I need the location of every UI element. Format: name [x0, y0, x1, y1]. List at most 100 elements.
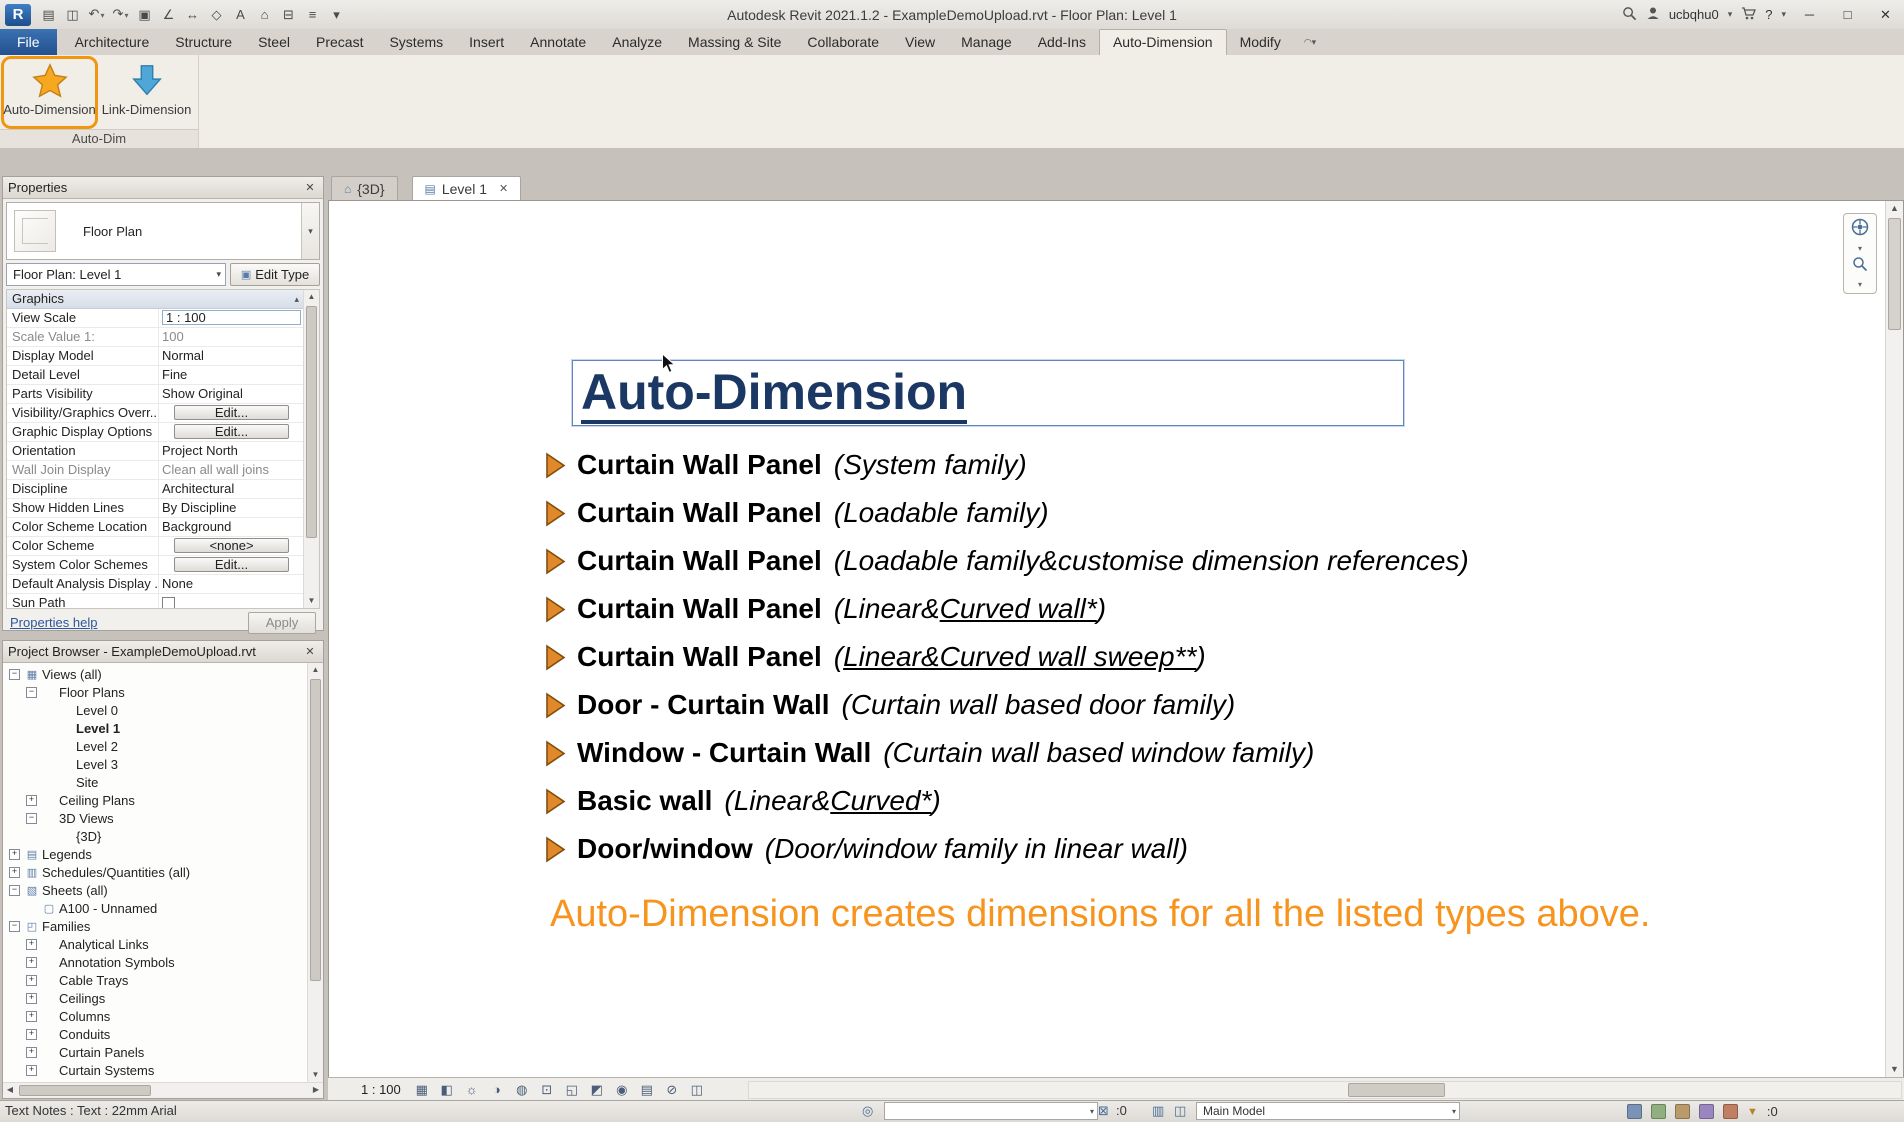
property-row[interactable]: Color Scheme <none>	[7, 537, 304, 556]
tree-expander-icon[interactable]	[26, 1010, 37, 1022]
tree-item[interactable]: {3D}	[3, 827, 308, 845]
tree-expander-icon[interactable]	[26, 992, 37, 1004]
ribbon-tab[interactable]: Precast	[303, 29, 376, 55]
scroll-down-icon[interactable]: ▼	[308, 1068, 323, 1082]
Door - Curtain Wall[interactable]: Door - Curtain Wall (Curtain wall based …	[545, 681, 1469, 729]
tree-item[interactable]: Floor Plans	[3, 683, 308, 701]
undo-icon[interactable]: ↶	[85, 3, 108, 27]
aligned-dimension-icon[interactable]: ↔	[181, 4, 204, 26]
property-value[interactable]: Edit...	[159, 556, 304, 574]
scroll-down-icon[interactable]: ▼	[1886, 1062, 1903, 1077]
link-dimension-button[interactable]: Link-Dimension	[98, 56, 195, 129]
tree-expander-icon[interactable]	[9, 920, 20, 932]
ribbon-tab[interactable]: Modify	[1227, 29, 1294, 55]
help-menu-caret-icon[interactable]: ▾	[1781, 9, 1786, 20]
hide-analytical-model-icon[interactable]: ⊘	[663, 1082, 681, 1098]
select-links-icon[interactable]	[1627, 1104, 1642, 1119]
Curtain Wall Panel[interactable]: Curtain Wall Panel (Loadable family&cust…	[545, 537, 1469, 585]
property-value[interactable]: Show Original	[159, 385, 304, 403]
tree-item[interactable]: Ceiling Plans	[3, 791, 308, 809]
property-value[interactable]: <none>	[159, 537, 304, 555]
drag-on-selection-icon[interactable]	[1723, 1104, 1738, 1119]
design-option-combobox[interactable]: Main Model	[1196, 1102, 1460, 1120]
edit-type-button[interactable]: Edit Type	[230, 263, 320, 286]
property-row[interactable]: Show Hidden Lines By Discipline	[7, 499, 304, 518]
property-row[interactable]: Detail Level Fine	[7, 366, 304, 385]
print-icon[interactable]: ▣	[133, 4, 156, 26]
save-icon[interactable]: ◫	[61, 4, 84, 26]
property-row[interactable]: Default Analysis Display ... None	[7, 575, 304, 594]
Curtain Wall Panel[interactable]: Curtain Wall Panel (Linear&Curved wall s…	[545, 633, 1469, 681]
ribbon-tab[interactable]: File	[0, 29, 57, 55]
view-scale-button[interactable]: 1 : 100	[356, 1082, 406, 1097]
show-crop-region-icon[interactable]: ◱	[563, 1082, 581, 1098]
view-selector-combobox[interactable]: Floor Plan: Level 1	[6, 263, 226, 286]
open-file-icon[interactable]: ▤	[37, 4, 60, 26]
property-value[interactable]	[159, 594, 304, 608]
property-row[interactable]: Parts Visibility Show Original	[7, 385, 304, 404]
property-value[interactable]: Normal	[159, 347, 304, 365]
view-tab-close-icon[interactable]: ✕	[499, 182, 508, 195]
tree-expander-icon[interactable]	[26, 1046, 37, 1058]
property-value[interactable]: Edit...	[159, 423, 304, 441]
crop-view-icon[interactable]: ⊡	[538, 1082, 556, 1098]
ribbon-tab[interactable]: View	[892, 29, 948, 55]
design-options-icon[interactable]: ◫	[1174, 1103, 1186, 1119]
property-value[interactable]: Project North	[159, 442, 304, 460]
property-value[interactable]: 100	[159, 328, 304, 346]
canvas-vscrollbar[interactable]: ▲ ▼	[1885, 201, 1903, 1077]
property-row[interactable]: Color Scheme Location Background	[7, 518, 304, 537]
scrollbar-thumb[interactable]	[1888, 218, 1901, 330]
property-value[interactable]: Fine	[159, 366, 304, 384]
tree-item[interactable]: Conduits	[3, 1025, 308, 1043]
ribbon-display-toggle-icon[interactable]: ◠▾	[1294, 29, 1326, 55]
search-icon[interactable]	[1622, 6, 1637, 24]
temporary-view-properties-icon[interactable]: ▤	[638, 1082, 656, 1098]
Curtain Wall Panel[interactable]: Curtain Wall Panel (Loadable family)	[545, 489, 1469, 537]
user-menu-caret-icon[interactable]: ▾	[1728, 9, 1733, 20]
signed-in-user[interactable]: ucbqhu0	[1669, 7, 1719, 22]
tree-expander-icon[interactable]	[26, 686, 37, 698]
tree-expander-icon[interactable]	[26, 1064, 37, 1076]
reveal-hidden-elements-icon[interactable]: ◉	[613, 1082, 631, 1098]
property-row[interactable]: Visibility/Graphics Overr... Edit...	[7, 404, 304, 423]
wheel-menu-caret-icon[interactable]: ▾	[1858, 244, 1862, 253]
maximize-button[interactable]: □	[1833, 2, 1862, 28]
Curtain Wall Panel[interactable]: Curtain Wall Panel (Linear&Curved wall*)	[545, 585, 1469, 633]
scroll-right-icon[interactable]: ▶	[309, 1083, 323, 1098]
apply-button[interactable]: Apply	[248, 611, 316, 634]
active-workset-icon[interactable]: ◎	[862, 1103, 873, 1119]
ribbon-tab[interactable]: Annotate	[517, 29, 599, 55]
scrollbar-thumb[interactable]	[310, 679, 321, 981]
project-browser-close-icon[interactable]: ✕	[302, 645, 318, 658]
tree-expander-icon[interactable]	[26, 956, 37, 968]
ribbon-tab[interactable]: Analyze	[599, 29, 675, 55]
scrollbar-thumb[interactable]	[19, 1085, 151, 1096]
tree-item[interactable]: Columns	[3, 1007, 308, 1025]
properties-close-icon[interactable]: ✕	[302, 181, 318, 194]
scroll-up-icon[interactable]: ▲	[304, 290, 319, 304]
measure-icon[interactable]: ∠	[157, 4, 180, 26]
scroll-down-icon[interactable]: ▼	[304, 594, 319, 608]
property-row[interactable]: Display Model Normal	[7, 347, 304, 366]
full-navigation-wheel-icon[interactable]	[1851, 218, 1869, 241]
tree-item[interactable]: ▤ Legends	[3, 845, 308, 863]
workset-combobox[interactable]	[884, 1102, 1098, 1120]
tree-expander-icon[interactable]	[26, 938, 37, 950]
property-row[interactable]: Sun Path	[7, 594, 304, 608]
thin-lines-icon[interactable]: ≡	[301, 4, 324, 26]
help-icon[interactable]: ?	[1765, 7, 1772, 22]
property-row[interactable]: Wall Join Display Clean all wall joins	[7, 461, 304, 480]
tree-item[interactable]: Level 2	[3, 737, 308, 755]
auto-dimension-button[interactable]: Auto-Dimension	[1, 56, 98, 129]
property-row[interactable]: Scale Value 1: 100	[7, 328, 304, 347]
project-browser-hscrollbar[interactable]: ◀ ▶	[3, 1082, 323, 1098]
ribbon-tab[interactable]: Massing & Site	[675, 29, 794, 55]
tree-item[interactable]: ▦ Views (all)	[3, 665, 308, 683]
property-value[interactable]: Architectural	[159, 480, 304, 498]
drawing-canvas[interactable]: Auto-Dimension Curtain Wall Panel (Syste…	[328, 200, 1904, 1078]
collapse-section-icon[interactable]: ▴	[294, 290, 299, 308]
tree-expander-icon[interactable]	[26, 1028, 37, 1040]
tree-item[interactable]: ▧ Sheets (all)	[3, 881, 308, 899]
Door/window[interactable]: Door/window (Door/window family in linea…	[545, 825, 1469, 873]
